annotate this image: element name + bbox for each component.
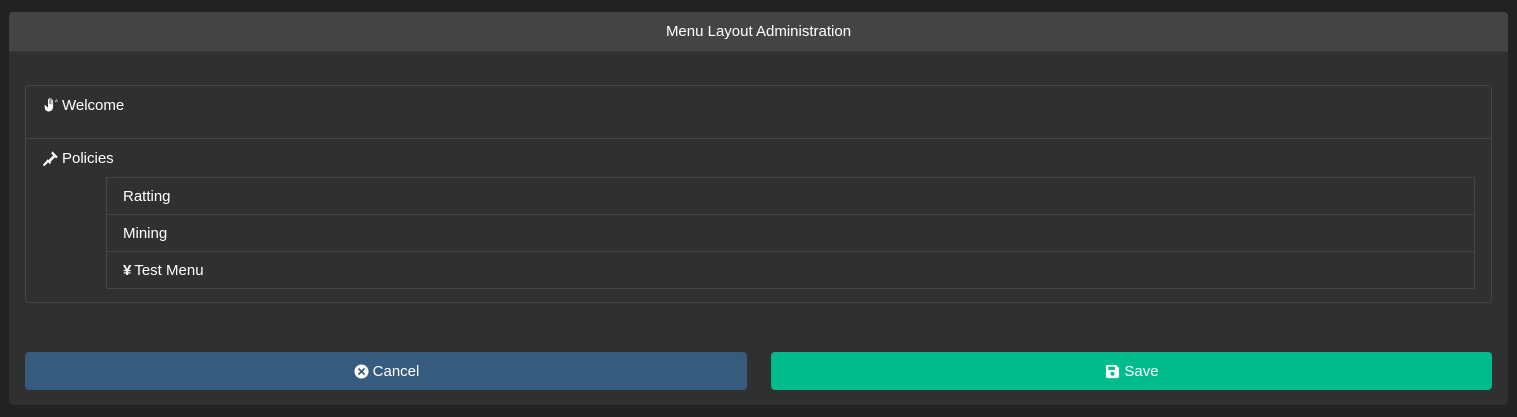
submenu-item-ratting[interactable]: Ratting [107, 178, 1474, 215]
save-button-label: Save [1124, 362, 1159, 380]
yen-icon: ¥ [123, 261, 132, 279]
cancel-button-label: Cancel [372, 362, 420, 380]
floppy-disk-icon [1104, 363, 1121, 380]
menu-item-label: Policies [62, 149, 114, 167]
submenu-item-label: Mining [123, 224, 168, 242]
menu-tree: Welcome Policies Ratting Mining ¥ Test M… [25, 85, 1492, 303]
submenu-item-mining[interactable]: Mining [107, 215, 1474, 252]
submenu-item-test-menu[interactable]: ¥ Test Menu [107, 252, 1474, 288]
gavel-icon [42, 150, 59, 167]
submenu-item-label: Ratting [123, 187, 171, 205]
cancel-button[interactable]: Cancel [25, 352, 747, 390]
menu-item-row[interactable]: Policies [26, 139, 1491, 177]
menu-item-row[interactable]: Welcome [26, 86, 1491, 124]
submenu-item-label: Test Menu [134, 261, 204, 279]
submenu: Ratting Mining ¥ Test Menu [106, 177, 1475, 289]
hand-wave-icon [42, 97, 59, 114]
dialog-header: Menu Layout Administration [9, 12, 1508, 52]
dialog-title: Menu Layout Administration [665, 23, 852, 40]
menu-item-welcome[interactable]: Welcome [26, 86, 1491, 139]
times-circle-icon [353, 363, 370, 380]
menu-layout-dialog: Menu Layout Administration Welcome Polic… [9, 12, 1508, 405]
menu-item-policies[interactable]: Policies Ratting Mining ¥ Test Menu [26, 139, 1491, 289]
save-button[interactable]: Save [771, 352, 1492, 390]
menu-item-label: Welcome [62, 96, 125, 114]
